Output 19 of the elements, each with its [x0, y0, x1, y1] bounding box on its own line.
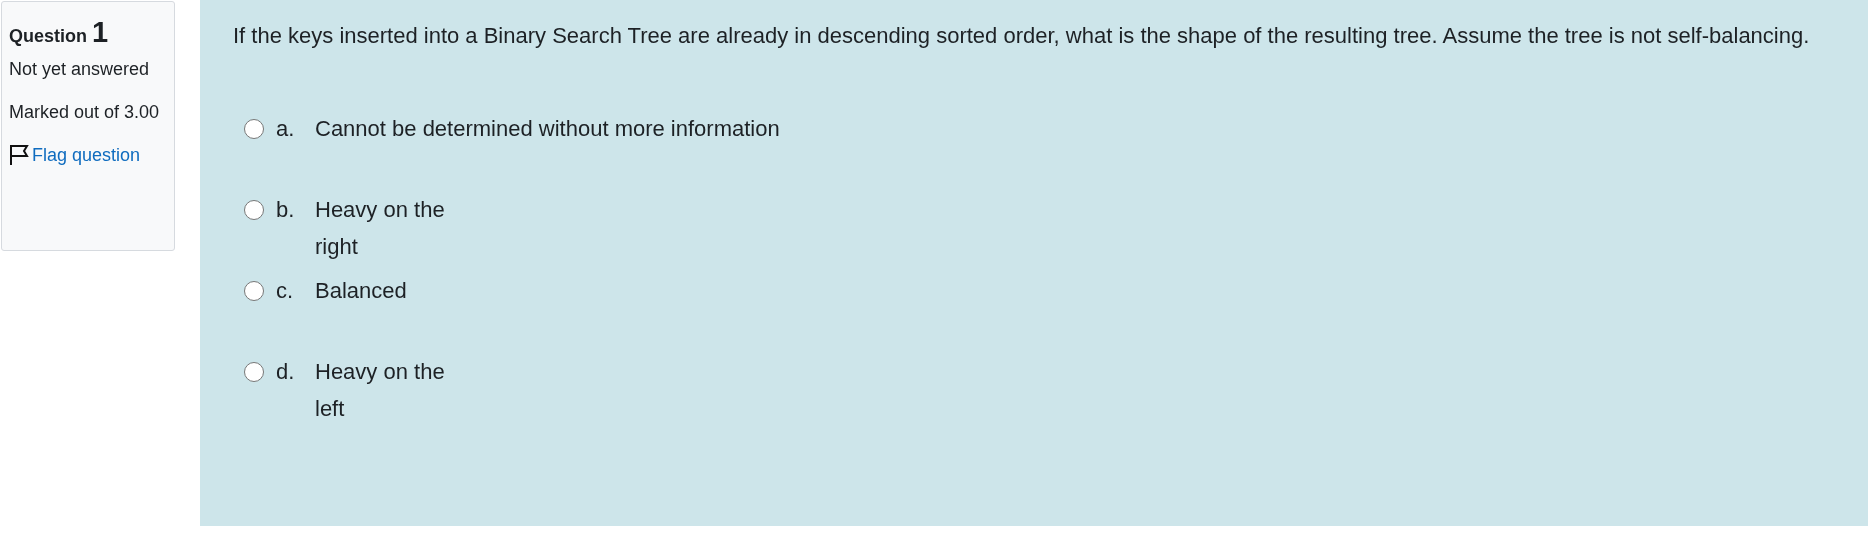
option-letter: c.: [276, 277, 295, 305]
question-number: 1: [92, 16, 109, 48]
option-text[interactable]: Cannot be determined without more information: [315, 110, 780, 147]
question-text: If the keys inserted into a Binary Search Tree are already in descending sorted order, what is the shape of the resulting tree. Assume the tree is not self-balancing.: [233, 22, 1811, 50]
status-text: Not yet answered: [9, 58, 151, 81]
marks-text: Marked out of 3.00: [9, 101, 161, 124]
question-label: Question: [9, 26, 87, 46]
option-letter: b.: [276, 196, 296, 224]
radio-button[interactable]: [244, 281, 264, 301]
radio-button[interactable]: [244, 362, 264, 382]
radio-button[interactable]: [244, 119, 264, 139]
radio-button[interactable]: [244, 200, 264, 220]
flag-icon: [9, 144, 29, 166]
option-letter: a.: [276, 115, 296, 143]
option-text[interactable]: Balanced: [315, 272, 407, 309]
option-text[interactable]: Heavy on the right: [315, 191, 445, 265]
flag-question-link[interactable]: Flag question: [9, 140, 141, 170]
option-text[interactable]: Heavy on the left: [315, 353, 445, 427]
option-letter: d.: [276, 358, 296, 386]
